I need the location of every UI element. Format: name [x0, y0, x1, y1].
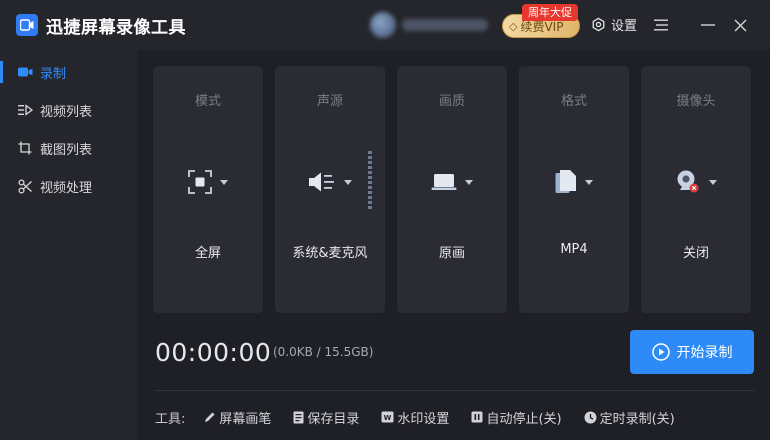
- card-title: 声源: [316, 94, 343, 109]
- format-selector[interactable]: [519, 166, 629, 198]
- tools-bar: 工具: 屏幕画笔 保存目录 W 水印设置 自动停止(关) 定时录制(关): [155, 408, 697, 427]
- start-recording-button[interactable]: 开始录制: [630, 330, 754, 374]
- sidebar-item-video-edit[interactable]: 视频处理: [0, 167, 137, 205]
- sidebar-item-label: 视频列表: [40, 104, 93, 120]
- clock-icon: [584, 411, 597, 424]
- format-card[interactable]: 格式 MP4: [519, 66, 629, 313]
- card-value: 原画: [438, 246, 465, 261]
- sidebar-item-screenshot-list[interactable]: 截图列表: [0, 129, 137, 167]
- minimize-icon: [701, 24, 715, 26]
- webcam-off-icon: [677, 170, 699, 193]
- screen-pen-button[interactable]: 屏幕画笔: [204, 408, 271, 427]
- vip-area: ◇ 续费VIP 周年大促: [502, 4, 580, 38]
- recording-timer: 00:00:00: [155, 338, 272, 367]
- auto-stop-button[interactable]: 自动停止(关): [471, 408, 562, 427]
- user-account[interactable]: [370, 11, 488, 39]
- tool-label: 水印设置: [397, 411, 450, 427]
- pen-icon: [204, 411, 216, 423]
- promo-badge: 周年大促: [522, 4, 578, 21]
- app-logo-icon: [16, 14, 38, 36]
- menu-icon: [654, 19, 668, 31]
- video-list-icon: [17, 102, 33, 118]
- quality-card[interactable]: 画质 原画: [397, 66, 507, 313]
- settings-label: 设置: [611, 19, 638, 34]
- title-bar: 迅捷屏幕录像工具 ◇ 续费VIP 周年大促 设置: [0, 0, 770, 50]
- audio-source-card[interactable]: 声源 系统&麦克风: [275, 66, 385, 313]
- file-size-info: (0.0KB / 15.5GB): [273, 345, 374, 359]
- speaker-icon: [309, 172, 334, 192]
- close-icon: [734, 19, 746, 31]
- svg-text:W: W: [384, 414, 392, 422]
- watermark-settings-button[interactable]: W 水印设置: [381, 408, 449, 427]
- settings-button[interactable]: 设置: [591, 15, 637, 34]
- volume-meter: [368, 151, 372, 209]
- fullscreen-icon: [188, 170, 212, 194]
- start-recording-label: 开始录制: [676, 345, 733, 361]
- play-icon: [651, 343, 670, 361]
- card-value: 全屏: [194, 246, 221, 261]
- tool-label: 自动停止(关): [486, 411, 562, 427]
- mode-selector[interactable]: [153, 166, 263, 198]
- chevron-down-icon: [220, 179, 228, 185]
- sidebar-item-record[interactable]: 录制: [0, 53, 137, 91]
- chevron-down-icon: [709, 179, 717, 185]
- user-name-blurred: [402, 19, 488, 31]
- sidebar-item-video-list[interactable]: 视频列表: [0, 91, 137, 129]
- quality-selector[interactable]: [397, 166, 507, 198]
- sidebar-item-label: 录制: [40, 66, 67, 82]
- gear-icon: [592, 17, 605, 32]
- mode-card[interactable]: 模式 全屏: [153, 66, 263, 313]
- divider: [155, 390, 754, 391]
- menu-button[interactable]: [650, 14, 672, 36]
- card-value: MP4: [560, 242, 588, 257]
- scheduled-recording-button[interactable]: 定时录制(关): [584, 408, 675, 427]
- camera-selector[interactable]: [641, 166, 751, 198]
- tool-label: 保存目录: [307, 411, 360, 427]
- pause-icon: [471, 411, 483, 423]
- tool-label: 定时录制(关): [599, 411, 675, 427]
- app-title: 迅捷屏幕录像工具: [46, 18, 186, 38]
- chevron-down-icon: [344, 179, 352, 185]
- avatar: [370, 12, 396, 38]
- sidebar: 录制 视频列表 截图列表 视频处理: [0, 50, 137, 440]
- screenshot-list-icon: [17, 140, 33, 156]
- watermark-icon: W: [381, 411, 394, 423]
- card-title: 格式: [560, 94, 587, 109]
- video-edit-icon: [17, 178, 33, 194]
- card-value: 系统&麦克风: [292, 246, 368, 261]
- sidebar-item-label: 截图列表: [40, 142, 93, 158]
- chevron-down-icon: [585, 179, 593, 185]
- card-title: 模式: [194, 94, 221, 109]
- card-value: 关闭: [682, 246, 709, 261]
- tools-label: 工具:: [155, 411, 186, 427]
- laptop-icon: [431, 174, 457, 190]
- tool-label: 屏幕画笔: [219, 411, 272, 427]
- diamond-icon: ◇: [509, 19, 518, 33]
- chevron-down-icon: [465, 179, 473, 185]
- camera-card[interactable]: 摄像头 关闭: [641, 66, 751, 313]
- sidebar-item-label: 视频处理: [40, 180, 93, 196]
- save-directory-button[interactable]: 保存目录: [293, 408, 359, 427]
- close-button[interactable]: [729, 14, 751, 36]
- minimize-button[interactable]: [697, 14, 719, 36]
- folder-doc-icon: [293, 411, 304, 424]
- card-title: 画质: [438, 94, 465, 109]
- file-icon: [555, 170, 576, 193]
- video-camera-icon: [17, 64, 33, 80]
- card-title: 摄像头: [676, 94, 716, 109]
